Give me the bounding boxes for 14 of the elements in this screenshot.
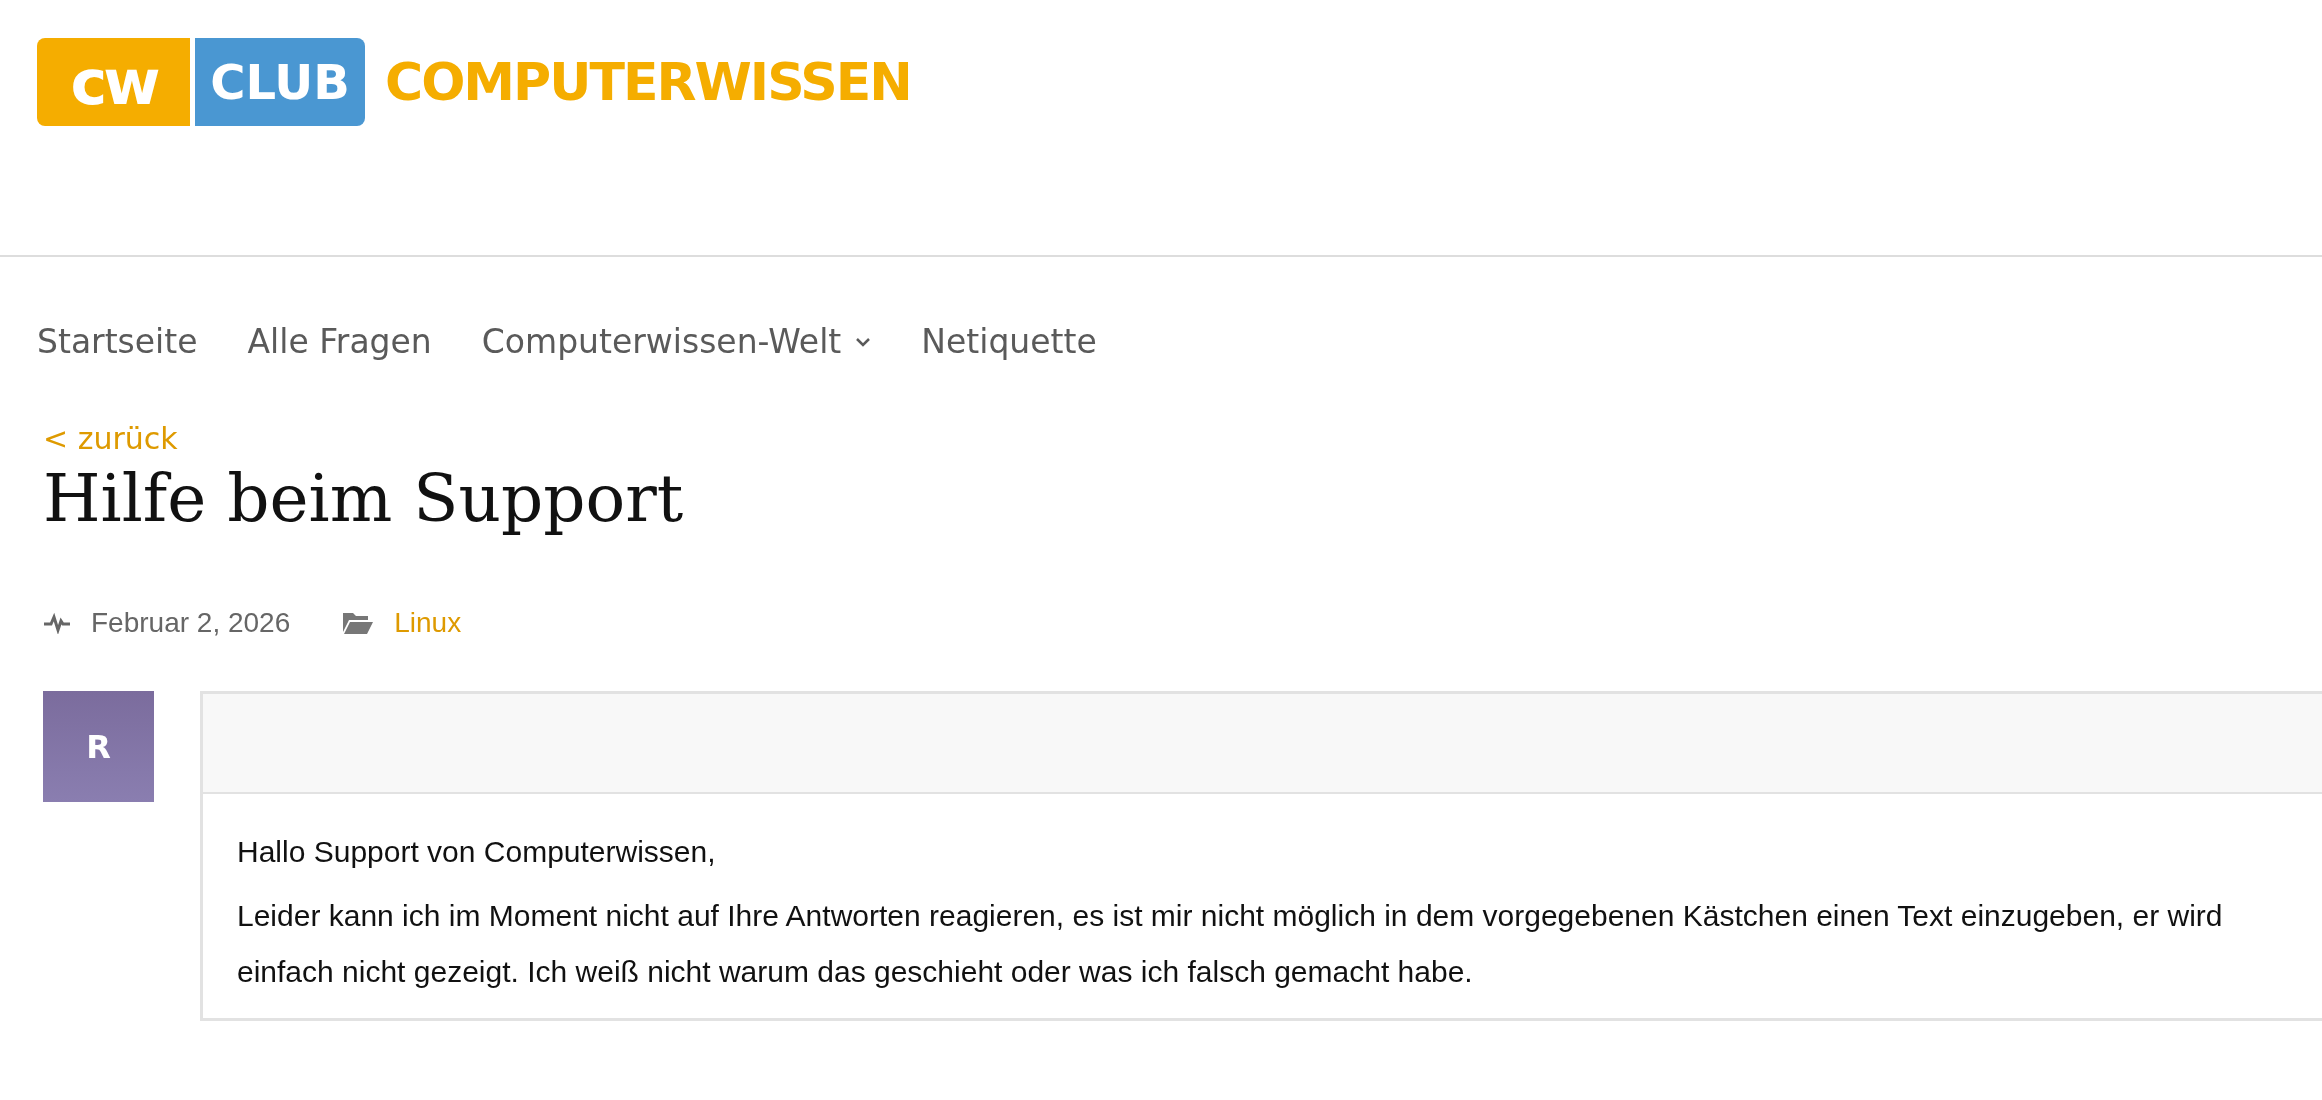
page-title: Hilfe beim Support <box>43 460 685 537</box>
nav-link[interactable]: Computerwissen-Welt <box>481 322 872 361</box>
pulse-icon <box>43 612 71 634</box>
logo-mark: cw <box>37 38 190 126</box>
logo-badge: CLUB <box>195 38 365 126</box>
post-paragraph: Hallo Support von Computerwissen, <box>237 834 717 870</box>
folder-icon <box>342 610 375 636</box>
user-avatar: R <box>43 691 154 802</box>
logo-text: COMPUTERWISSEN <box>385 52 911 112</box>
nav-link[interactable]: Netiquette <box>921 322 1097 361</box>
nav-link[interactable]: Startseite <box>37 322 198 361</box>
post-paragraph: Leider kann ich im Moment nicht auf Ihre Antworten reagieren, es ist mir nicht möglich in dem vorgegebenen Kästchen einen Text einzugeben, er wird einfach nicht gezeigt. Ich weiß nicht warum das geschieht oder was ich falsch gemacht habe. <box>237 898 2224 990</box>
nav-link[interactable]: Alle Fragen <box>247 322 432 361</box>
post-date: Februar 2, 2026 <box>91 607 291 639</box>
